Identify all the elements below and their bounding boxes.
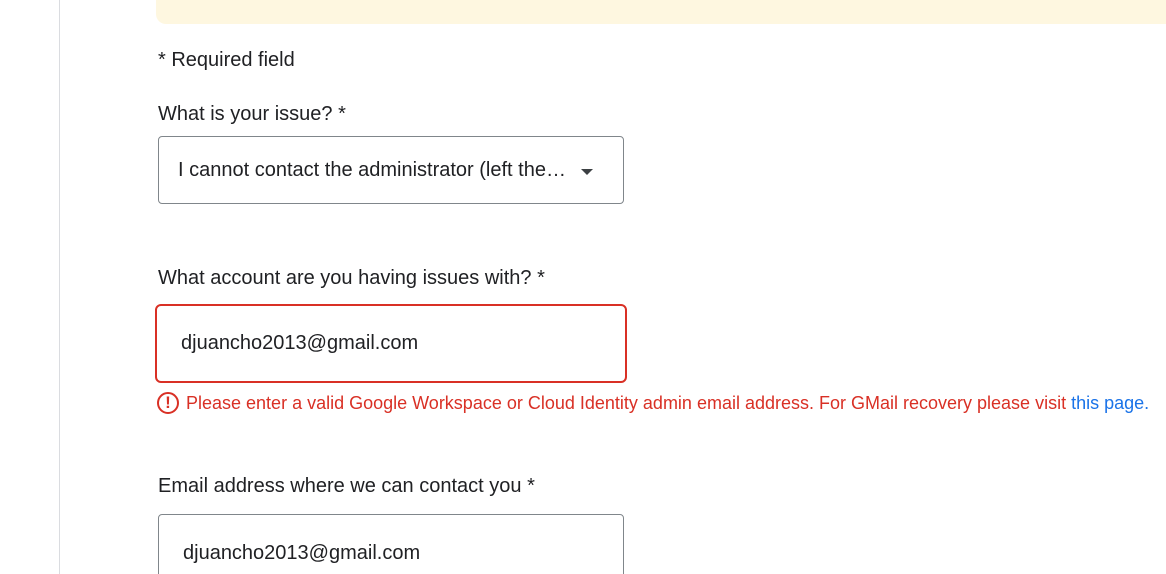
recovery-page-link[interactable]: this page — [1071, 393, 1144, 414]
issue-label: What is your issue? * — [158, 103, 346, 125]
dropdown-arrow-icon — [581, 169, 593, 175]
issue-select[interactable]: I cannot contact the administrator (left… — [158, 136, 624, 204]
account-error-message: ! Please enter a valid Google Workspace … — [157, 389, 1149, 417]
error-exclamation-icon: ! — [157, 392, 179, 414]
account-label: What account are you having issues with?… — [158, 267, 545, 289]
account-email-input[interactable] — [155, 304, 627, 383]
contact-email-label: Email address where we can contact you * — [158, 475, 535, 497]
error-trailing-period: . — [1144, 392, 1150, 413]
support-form-page: * Required field What is your issue? * I… — [0, 0, 1166, 574]
contact-email-input[interactable] — [158, 514, 624, 574]
left-divider — [59, 0, 60, 574]
error-text: Please enter a valid Google Workspace or… — [186, 392, 1067, 413]
info-banner — [156, 0, 1166, 24]
issue-select-value: I cannot contact the administrator (left… — [178, 159, 568, 181]
required-field-note: * Required field — [158, 49, 295, 71]
